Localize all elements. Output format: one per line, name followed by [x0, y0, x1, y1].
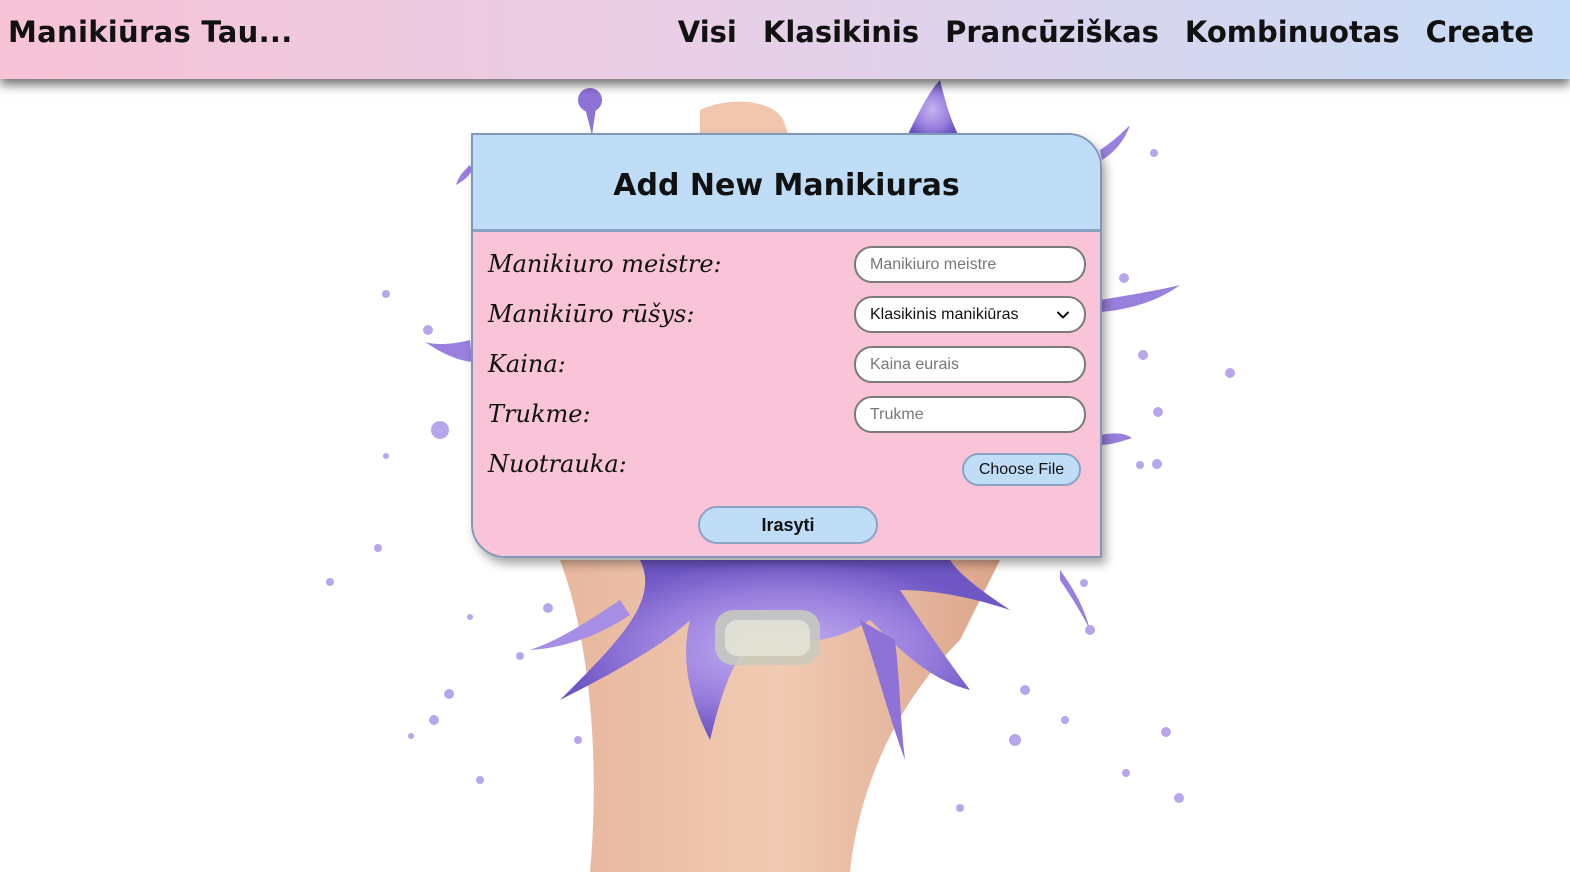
- brand-logo-link[interactable]: Manikiūras Tau...: [8, 15, 293, 49]
- nav-links: Visi Klasikinis Prancūziškas Kombinuotas…: [678, 15, 1534, 49]
- form-card-header: Add New Manikiuras: [473, 135, 1100, 232]
- form-title: Add New Manikiuras: [613, 167, 960, 203]
- nav-link-visi[interactable]: Visi: [678, 15, 737, 49]
- nav-link-kombinuotas[interactable]: Kombinuotas: [1185, 15, 1400, 49]
- manicure-type-select[interactable]: Klasikinis manikiūras: [854, 296, 1086, 333]
- manicure-type-label: Manikiūro rūšys:: [488, 300, 695, 328]
- add-manicure-form-card: Add New Manikiuras Manikiuro meistre: Ma…: [471, 133, 1102, 558]
- duration-label: Trukme:: [488, 400, 591, 428]
- nav-link-klasikinis[interactable]: Klasikinis: [763, 15, 919, 49]
- nav-link-create[interactable]: Create: [1426, 15, 1534, 49]
- nav-link-prancuziskas[interactable]: Prancūziškas: [945, 15, 1159, 49]
- top-navbar: Manikiūras Tau... Visi Klasikinis Prancū…: [0, 0, 1570, 79]
- price-input[interactable]: [854, 346, 1086, 383]
- price-label: Kaina:: [488, 350, 566, 378]
- chevron-down-icon: [1057, 311, 1069, 318]
- add-manicure-form: Manikiuro meistre: Manikiūro rūšys: Klas…: [473, 232, 1100, 556]
- master-input[interactable]: [854, 246, 1086, 283]
- choose-file-button[interactable]: Choose File: [962, 453, 1081, 486]
- photo-label: Nuotrauka:: [488, 450, 627, 478]
- duration-input[interactable]: [854, 396, 1086, 433]
- submit-button[interactable]: Irasyti: [698, 506, 878, 544]
- master-label: Manikiuro meistre:: [488, 250, 722, 278]
- manicure-type-selected-value: Klasikinis manikiūras: [870, 305, 1019, 323]
